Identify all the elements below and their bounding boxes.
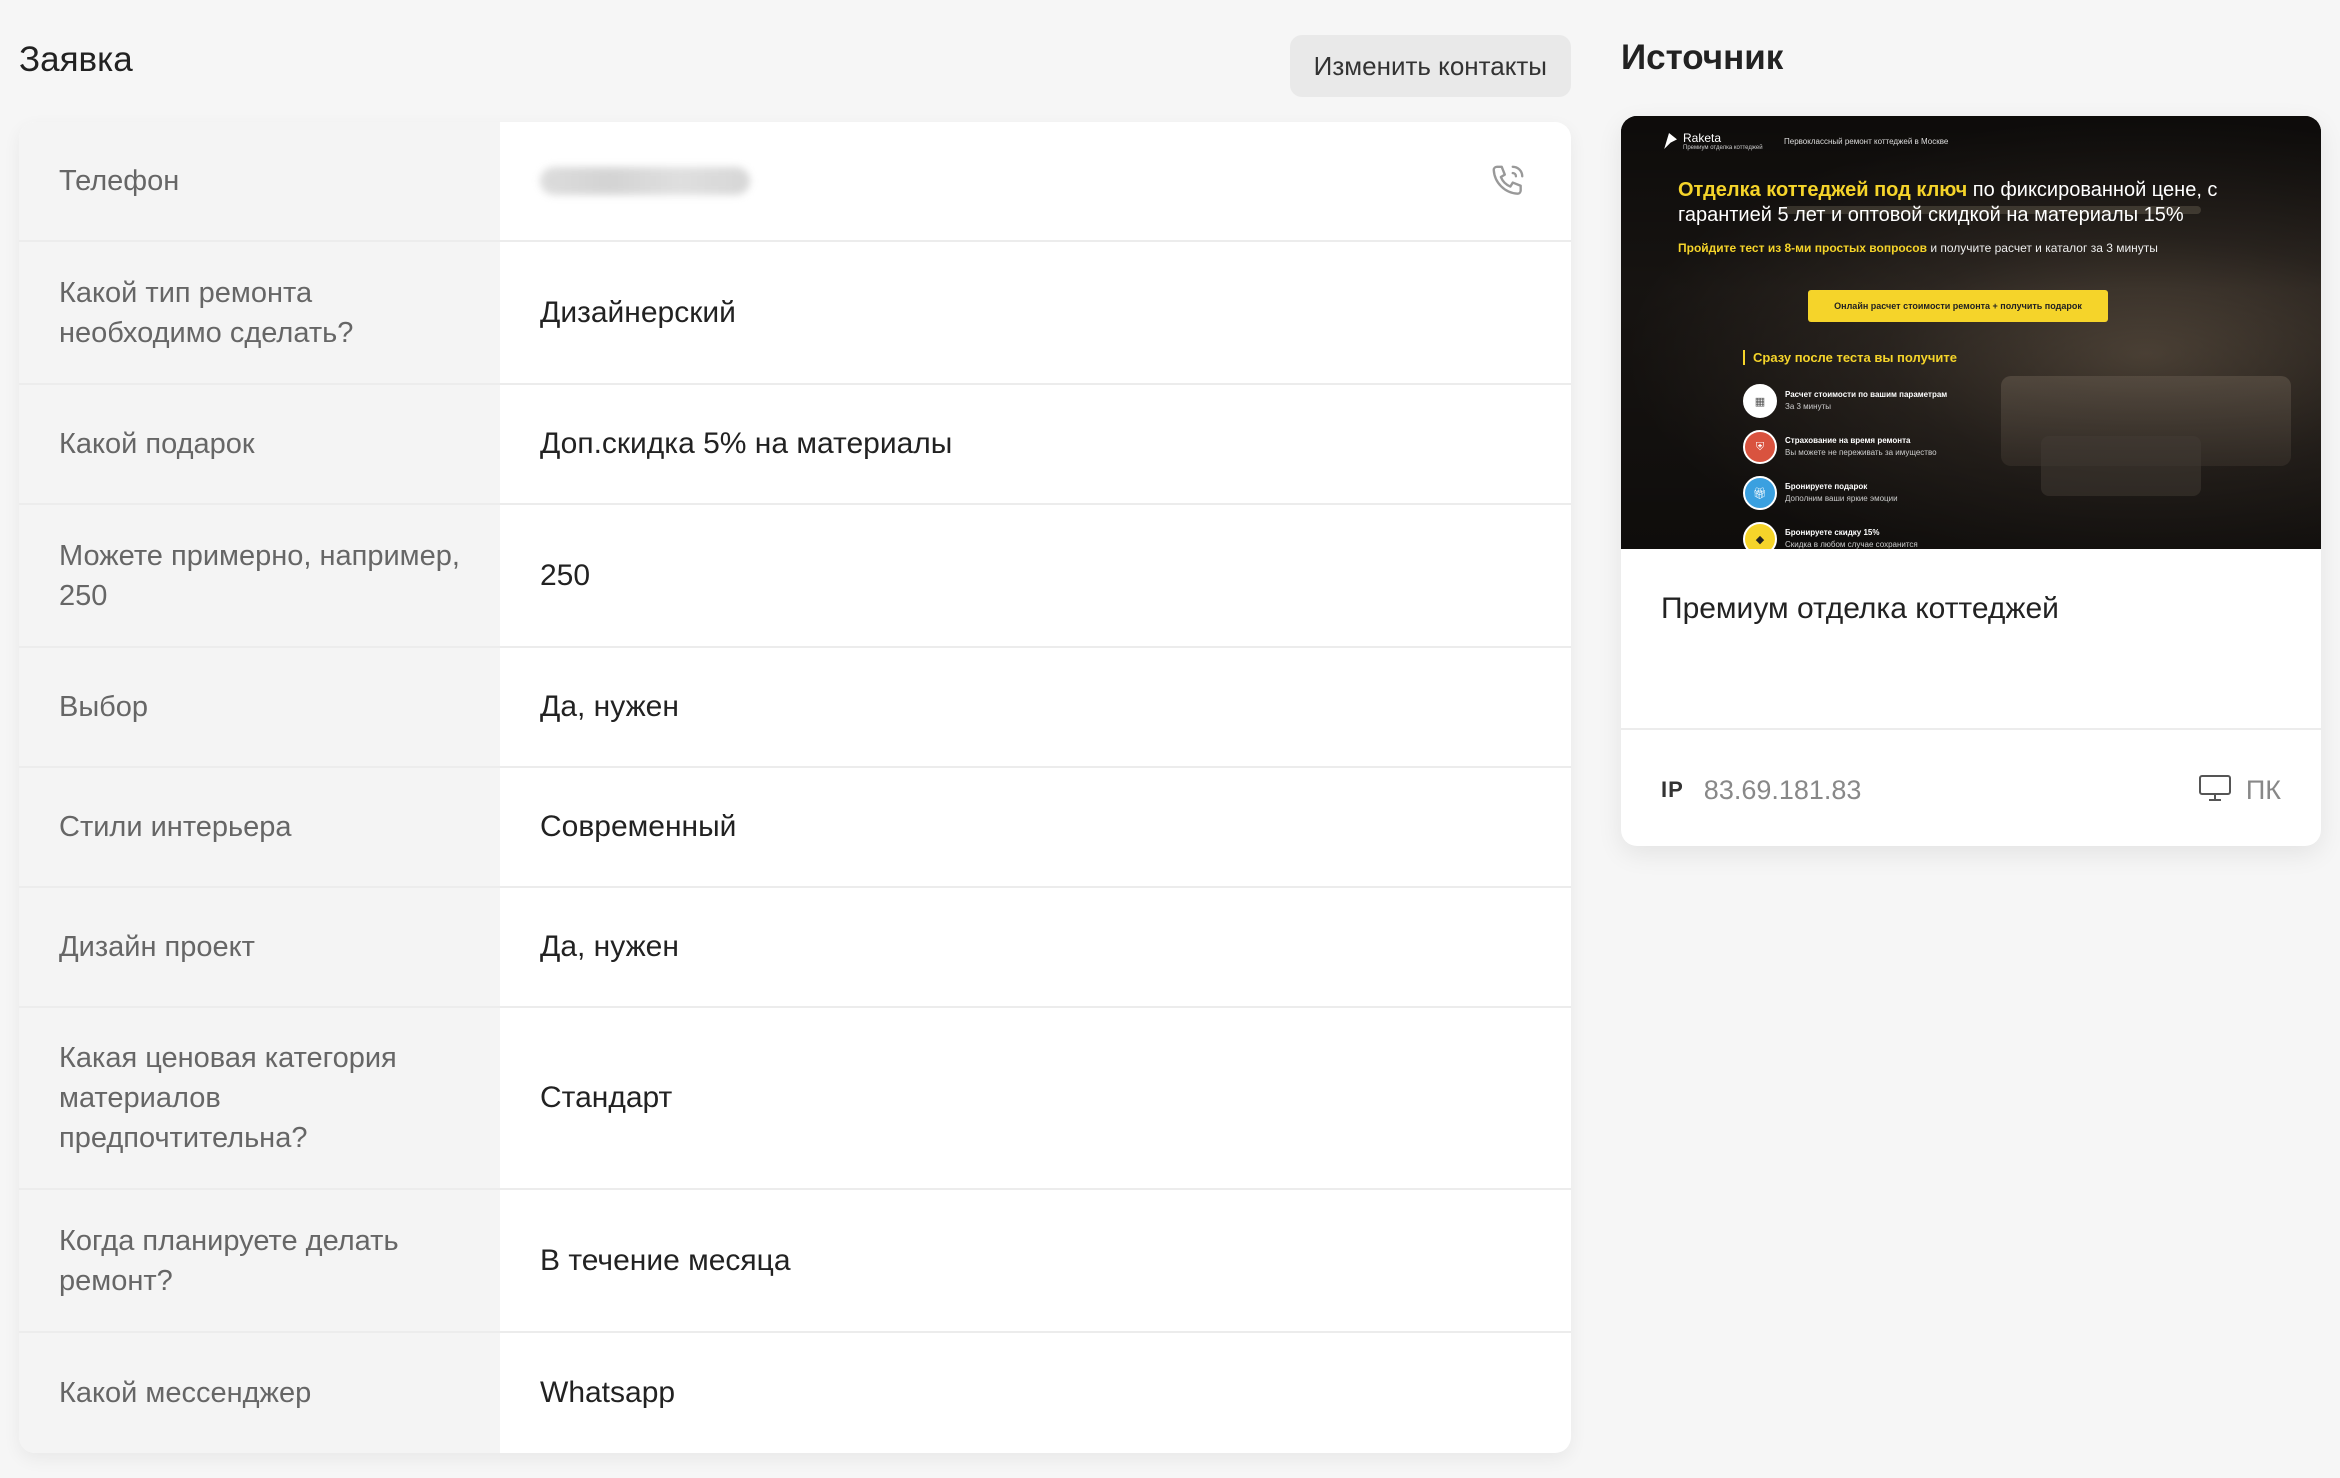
preview-benefits-list: ▦ Расчет стоимости по вашим параметрам За… xyxy=(1743,378,1947,549)
page: Заявка Изменить контакты Телефон Какой т… xyxy=(0,0,2340,1478)
row-value: 250 xyxy=(540,558,591,592)
list-item-title: Страхование на время ремонта xyxy=(1785,436,1911,445)
calculator-icon: ▦ xyxy=(1743,384,1777,418)
row-label: Стили интерьера xyxy=(19,768,500,886)
request-panel: Заявка Изменить контакты Телефон Какой т… xyxy=(19,0,1571,1453)
table-row: Когда планируете делать ремонт? В течени… xyxy=(19,1190,1571,1333)
row-label: Какой тип ремонта необходимо сделать? xyxy=(19,242,500,383)
preview-headline: Отделка коттеджей под ключ по фиксирован… xyxy=(1678,178,2298,228)
request-title: Заявка xyxy=(19,40,133,79)
row-label: Выбор xyxy=(19,648,500,766)
list-item-text: За 3 минуты xyxy=(1785,402,1831,411)
row-label: Можете примерно, например, 250 xyxy=(19,505,500,646)
landing-preview-image[interactable]: Raketa Премиум отделка коттеджей Первокл… xyxy=(1621,116,2321,549)
list-item-text: Скидка в любом случае сохранится xyxy=(1785,540,1918,549)
table-row-phone: Телефон xyxy=(19,122,1571,242)
ip-info: IP 83.69.181.83 xyxy=(1661,775,1861,806)
table-row: Какой тип ремонта необходимо сделать? Ди… xyxy=(19,242,1571,385)
table-row: Можете примерно, например, 250 250 xyxy=(19,505,1571,648)
table-row: Выбор Да, нужен xyxy=(19,648,1571,768)
row-label: Телефон xyxy=(19,122,500,240)
preview-headline-highlight: Отделка коттеджей под ключ xyxy=(1678,179,1968,201)
list-item: ⛨ Страхование на время ремонта Вы можете … xyxy=(1743,424,1947,470)
request-header: Заявка Изменить контакты xyxy=(19,0,1571,122)
preview-sub-rest: и получите расчет и каталог за 3 минуты xyxy=(1927,241,2158,255)
list-item-text: Дополним ваши яркие эмоции xyxy=(1785,494,1898,503)
list-item: 🎁︎ Бронируете подарок Дополним ваши яркие… xyxy=(1743,470,1947,516)
source-card-title[interactable]: Премиум отделка коттеджей xyxy=(1661,592,2059,626)
list-item: ▦ Расчет стоимости по вашим параметрам За… xyxy=(1743,378,1947,424)
list-item: ◆ Бронируете скидку 15% Скидка в любом сл… xyxy=(1743,516,1947,549)
shield-icon: ⛨ xyxy=(1743,430,1777,464)
source-card[interactable]: Raketa Премиум отделка коттеджей Первокл… xyxy=(1621,116,2321,846)
ip-value: 83.69.181.83 xyxy=(1703,774,1862,805)
list-item-title: Расчет стоимости по вашим параметрам xyxy=(1785,390,1948,399)
table-row: Какой мессенджер Whatsapp xyxy=(19,1333,1571,1453)
row-value: Да, нужен xyxy=(540,930,679,963)
desktop-icon xyxy=(2198,774,2232,807)
tag-icon: ◆ xyxy=(1743,522,1777,549)
phone-value-blurred xyxy=(540,167,750,195)
row-label: Когда планируете делать ремонт? xyxy=(19,1190,500,1331)
list-item-title: Бронируете подарок xyxy=(1785,482,1868,491)
preview-cta-button: Онлайн расчет стоимости ремонта + получи… xyxy=(1808,290,2108,322)
device-label: ПК xyxy=(2245,774,2281,805)
row-value: Современный xyxy=(540,810,737,843)
list-item-title: Бронируете скидку 15% xyxy=(1785,528,1880,537)
preview-top-text: Первоклассный ремонт коттеджей в Москве xyxy=(1784,137,1949,146)
table-row: Дизайн проект Да, нужен xyxy=(19,888,1571,1008)
row-label: Какой подарок xyxy=(19,385,500,503)
table-row: Какая ценовая категория материалов предп… xyxy=(19,1008,1571,1190)
preview-logo: Raketa Премиум отделка коттеджей xyxy=(1661,131,1763,151)
phone-call-icon[interactable] xyxy=(1489,162,1527,200)
edit-contacts-button[interactable]: Изменить контакты xyxy=(1289,35,1571,97)
ip-label: IP xyxy=(1661,777,1684,802)
preview-sub-highlight: Пройдите тест из 8-ми простых вопросов xyxy=(1678,241,1927,255)
row-value: В течение месяца xyxy=(540,1243,791,1277)
preview-after-test: Сразу после теста вы получите xyxy=(1743,350,1957,365)
preview-logo-sub: Премиум отделка коттеджей xyxy=(1683,145,1763,151)
row-label: Какой мессенджер xyxy=(19,1333,500,1453)
row-value xyxy=(500,122,1571,240)
table-row: Какой подарок Доп.скидка 5% на материалы xyxy=(19,385,1571,505)
row-value: Доп.скидка 5% на материалы xyxy=(540,427,953,460)
list-item-text: Вы можете не переживать за имущество xyxy=(1785,448,1937,457)
rocket-icon xyxy=(1664,133,1677,149)
row-value: Стандарт xyxy=(540,1081,673,1114)
divider xyxy=(1621,728,2321,730)
source-title: Источник xyxy=(1621,38,1784,77)
row-label: Дизайн проект xyxy=(19,888,500,1006)
table-row: Стили интерьера Современный xyxy=(19,768,1571,888)
row-label: Какая ценовая категория материалов предп… xyxy=(19,1008,500,1188)
request-table: Телефон Какой тип ремонта необходимо сде… xyxy=(19,122,1571,1453)
preview-logo-text: Raketa xyxy=(1683,131,1722,145)
preview-subheadline: Пройдите тест из 8-ми простых вопросов и… xyxy=(1678,241,2158,255)
row-value: Whatsapp xyxy=(540,1376,676,1409)
device-info: ПК xyxy=(2198,774,2281,807)
source-card-footer: IP 83.69.181.83 ПК xyxy=(1661,766,2281,814)
row-value: Дизайнерский xyxy=(540,295,736,329)
row-value: Да, нужен xyxy=(540,690,679,723)
gift-icon: 🎁︎ xyxy=(1743,476,1777,510)
